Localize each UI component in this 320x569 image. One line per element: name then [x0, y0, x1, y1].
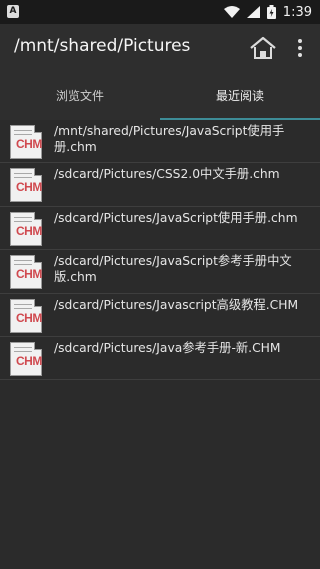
status-bar: A 1:39	[0, 0, 320, 24]
chm-file-icon: CHM	[10, 212, 42, 246]
list-item[interactable]: CHM /sdcard/Pictures/JavaScript参考手册中文版.c…	[0, 250, 320, 294]
battery-icon	[266, 5, 276, 19]
list-item[interactable]: CHM /sdcard/Pictures/Javascript高级教程.CHM	[0, 294, 320, 337]
file-path: /sdcard/Pictures/JavaScript使用手册.chm	[54, 211, 298, 225]
tab-bar: 浏览文件 最近阅读	[0, 72, 320, 120]
file-path: /mnt/shared/Pictures/JavaScript使用手册.chm	[54, 124, 285, 154]
app-bar: /mnt/shared/Pictures	[0, 24, 320, 72]
file-path: /sdcard/Pictures/CSS2.0中文手册.chm	[54, 167, 280, 181]
tab-recent-reading[interactable]: 最近阅读	[160, 72, 320, 120]
list-item[interactable]: CHM /sdcard/Pictures/JavaScript使用手册.chm	[0, 207, 320, 250]
file-path: /sdcard/Pictures/Javascript高级教程.CHM	[54, 298, 299, 312]
recent-files-list: CHM /mnt/shared/Pictures/JavaScript使用手册.…	[0, 120, 320, 380]
more-vert-icon	[298, 39, 302, 43]
more-options-button[interactable]	[292, 36, 308, 60]
home-icon	[250, 36, 276, 59]
notification-badge: A	[7, 5, 19, 18]
status-time: 1:39	[282, 4, 312, 20]
list-item[interactable]: CHM /sdcard/Pictures/CSS2.0中文手册.chm	[0, 163, 320, 207]
file-path: /sdcard/Pictures/JavaScript参考手册中文版.chm	[54, 254, 292, 284]
page-title: /mnt/shared/Pictures	[14, 36, 191, 56]
list-item[interactable]: CHM /sdcard/Pictures/Java参考手册-新.CHM	[0, 337, 320, 380]
wifi-icon	[223, 6, 240, 18]
home-button[interactable]	[249, 35, 277, 61]
chm-file-icon: CHM	[10, 299, 42, 333]
chm-file-icon: CHM	[10, 125, 42, 159]
status-icons: 1:39	[223, 0, 312, 24]
chm-file-icon: CHM	[10, 255, 42, 289]
signal-icon	[246, 6, 260, 18]
chm-file-icon: CHM	[10, 342, 42, 376]
chm-file-icon: CHM	[10, 168, 42, 202]
list-item[interactable]: CHM /mnt/shared/Pictures/JavaScript使用手册.…	[0, 120, 320, 163]
tab-browse-files[interactable]: 浏览文件	[0, 72, 160, 120]
file-path: /sdcard/Pictures/Java参考手册-新.CHM	[54, 341, 281, 355]
